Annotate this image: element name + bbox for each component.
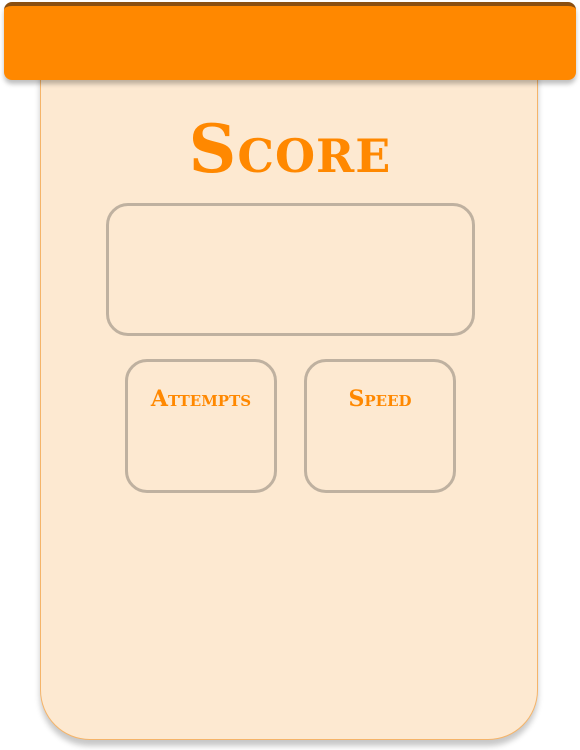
speed-panel: Speed [304, 359, 456, 493]
attempts-label: Attempts [150, 386, 252, 412]
attempts-panel: Attempts [125, 359, 277, 493]
score-title: Score [188, 110, 392, 188]
header-bar [4, 2, 576, 80]
speed-label: Speed [348, 386, 412, 412]
score-display [106, 203, 475, 336]
game-screen: Score Attempts Speed [0, 0, 580, 750]
